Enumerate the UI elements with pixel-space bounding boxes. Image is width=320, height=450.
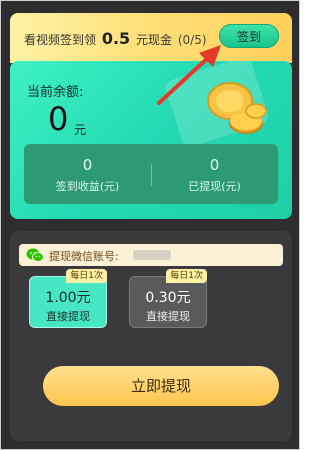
option-tag: 每日1次 bbox=[66, 269, 107, 283]
withdraw-now-button[interactable]: 立即提现 bbox=[43, 366, 279, 406]
option-price: 0.30元 bbox=[145, 290, 191, 306]
balance-unit: 元 bbox=[74, 123, 87, 137]
wechat-account-redacted bbox=[133, 250, 171, 260]
wechat-account-bar: 提现微信账号: bbox=[19, 244, 283, 266]
stats-panel: 0 签到收益(元) 0 已提现(元) bbox=[24, 144, 278, 204]
banner-prefix: 看视频签到领 bbox=[24, 33, 97, 47]
stat-earned-label: 签到收益(元) bbox=[55, 180, 120, 193]
app-screen: 看视频签到领 0.5 元现金 (0/5) 当前余额: 0 元 0 签到收益(元)… bbox=[0, 0, 300, 450]
banner-amount: 0.5 bbox=[101, 29, 131, 48]
red-arrow-icon bbox=[157, 45, 221, 105]
option-subtitle: 直接提现 bbox=[146, 310, 190, 323]
stat-earned-value: 0 bbox=[82, 156, 93, 174]
option-price: 1.00元 bbox=[45, 290, 91, 306]
balance-label: 当前余额: bbox=[27, 85, 84, 100]
stat-withdrawn: 0 已提现(元) bbox=[151, 156, 278, 194]
balance-value: 0 bbox=[48, 100, 69, 138]
option-tag: 每日1次 bbox=[166, 269, 207, 283]
option-subtitle: 直接提现 bbox=[46, 310, 90, 323]
stat-earned: 0 签到收益(元) bbox=[24, 156, 151, 194]
withdraw-option-1[interactable]: 每日1次 1.00元 直接提现 bbox=[29, 269, 107, 328]
withdraw-option-2[interactable]: 每日1次 0.30元 直接提现 bbox=[129, 269, 207, 328]
wechat-icon bbox=[26, 248, 44, 262]
wechat-account-label: 提现微信账号: bbox=[49, 250, 119, 263]
stat-withdrawn-value: 0 bbox=[209, 156, 220, 174]
stat-withdrawn-label: 已提现(元) bbox=[188, 180, 241, 193]
withdraw-section: 提现微信账号: 每日1次 1.00元 直接提现 每日1次 0.30元 直接提现 … bbox=[10, 231, 292, 441]
